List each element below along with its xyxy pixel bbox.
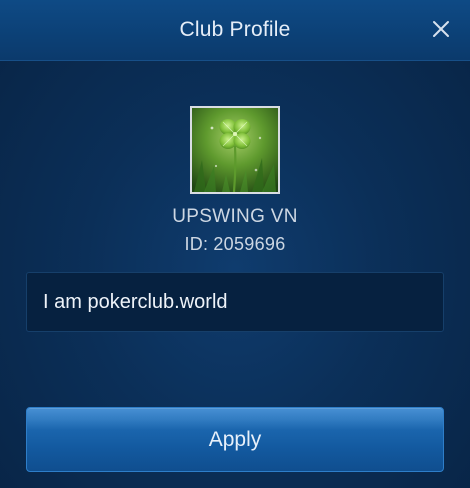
club-avatar bbox=[190, 106, 280, 194]
club-id: ID: 2059696 bbox=[0, 234, 470, 255]
apply-button-label: Apply bbox=[208, 428, 262, 451]
club-profile-dialog: Club Profile UPSWING VN ID: 2059696 I am… bbox=[0, 0, 470, 488]
club-id-value: 2059696 bbox=[213, 234, 286, 254]
dialog-title: Club Profile bbox=[179, 18, 291, 41]
close-icon bbox=[433, 21, 449, 37]
dialog-header: Club Profile bbox=[0, 0, 470, 61]
close-button[interactable] bbox=[430, 18, 452, 40]
apply-button[interactable]: Apply bbox=[26, 407, 444, 472]
club-description-field[interactable]: I am pokerclub.world bbox=[26, 272, 444, 332]
club-name: UPSWING VN bbox=[172, 206, 298, 227]
club-id-label: ID: bbox=[184, 234, 209, 254]
four-leaf-clover-image bbox=[192, 108, 278, 192]
apply-button-highlight bbox=[27, 408, 443, 430]
